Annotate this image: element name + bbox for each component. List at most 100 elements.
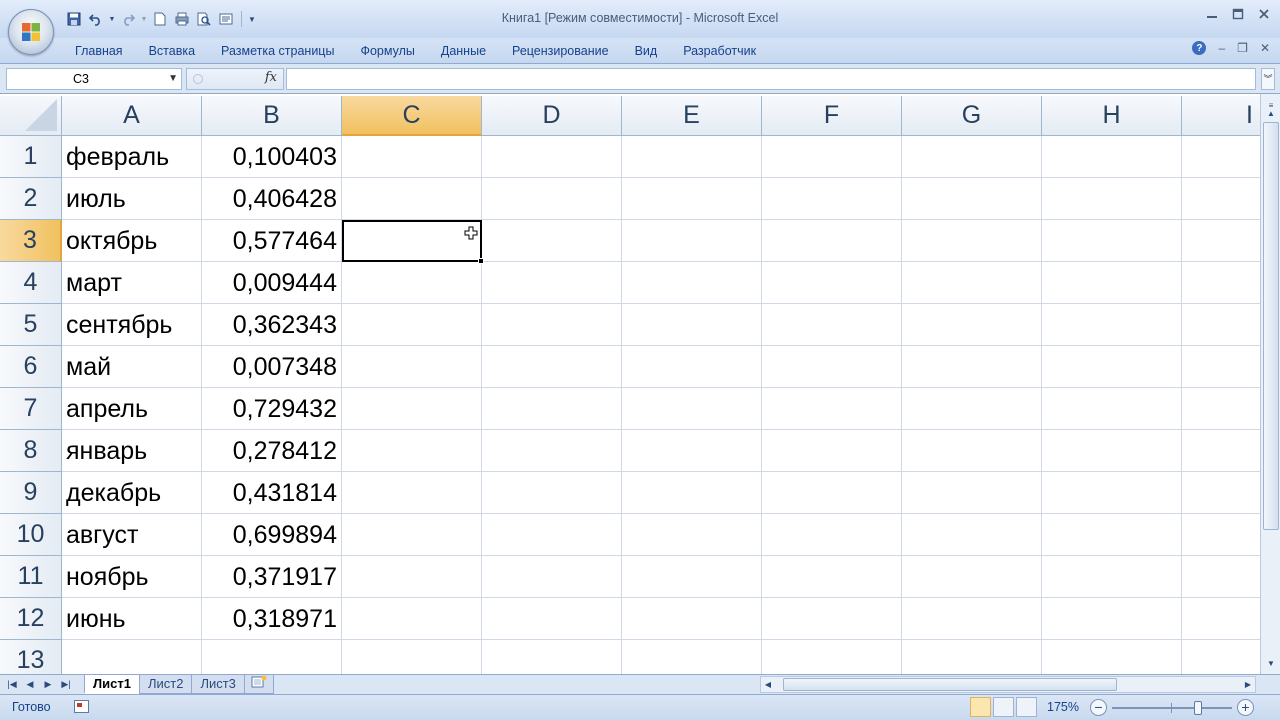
cell-h4[interactable]: [1042, 262, 1182, 304]
cell-b10[interactable]: 0,699894: [202, 514, 342, 556]
next-sheet-icon[interactable]: ▶: [40, 677, 56, 692]
row-header-4[interactable]: 4: [0, 262, 62, 304]
name-box[interactable]: C3 ▼: [6, 68, 182, 90]
zoom-out-icon[interactable]: −: [1090, 699, 1107, 716]
cell-c11[interactable]: [342, 556, 482, 598]
name-box-dropdown-icon[interactable]: ▼: [168, 69, 178, 89]
cell-a3[interactable]: октябрь: [62, 220, 202, 262]
horizontal-scroll-thumb[interactable]: [783, 678, 1117, 691]
cell-g1[interactable]: [902, 136, 1042, 178]
cell-e11[interactable]: [622, 556, 762, 598]
cell-i7[interactable]: [1182, 388, 1260, 430]
column-header-d[interactable]: D: [482, 96, 622, 136]
tab-formulas[interactable]: Формулы: [347, 42, 427, 62]
cell-e2[interactable]: [622, 178, 762, 220]
column-header-b[interactable]: B: [202, 96, 342, 136]
column-header-a[interactable]: A: [62, 96, 202, 136]
cell-d11[interactable]: [482, 556, 622, 598]
insert-function-button[interactable]: fx: [265, 70, 277, 85]
cell-i13[interactable]: [1182, 640, 1260, 674]
row-header-8[interactable]: 8: [0, 430, 62, 472]
cell-a11[interactable]: ноябрь: [62, 556, 202, 598]
tab-view[interactable]: Вид: [622, 42, 671, 62]
cell-i1[interactable]: [1182, 136, 1260, 178]
scroll-right-icon[interactable]: ▶: [1241, 677, 1255, 692]
cell-g12[interactable]: [902, 598, 1042, 640]
sheet-tab-2[interactable]: Лист2: [138, 675, 193, 694]
cell-d4[interactable]: [482, 262, 622, 304]
cell-i5[interactable]: [1182, 304, 1260, 346]
formula-input[interactable]: [286, 68, 1256, 90]
cell-d10[interactable]: [482, 514, 622, 556]
cell-b8[interactable]: 0,278412: [202, 430, 342, 472]
row-header-2[interactable]: 2: [0, 178, 62, 220]
cell-c10[interactable]: [342, 514, 482, 556]
column-header-g[interactable]: G: [902, 96, 1042, 136]
column-header-f[interactable]: F: [762, 96, 902, 136]
cell-g13[interactable]: [902, 640, 1042, 674]
first-sheet-icon[interactable]: |◀: [4, 677, 20, 692]
macro-record-icon[interactable]: [74, 700, 89, 713]
cell-f6[interactable]: [762, 346, 902, 388]
cell-c9[interactable]: [342, 472, 482, 514]
cell-i4[interactable]: [1182, 262, 1260, 304]
cell-d1[interactable]: [482, 136, 622, 178]
cell-f3[interactable]: [762, 220, 902, 262]
cell-h7[interactable]: [1042, 388, 1182, 430]
cell-f1[interactable]: [762, 136, 902, 178]
prev-sheet-icon[interactable]: ◀: [22, 677, 38, 692]
cell-d13[interactable]: [482, 640, 622, 674]
cell-a7[interactable]: апрель: [62, 388, 202, 430]
cell-e9[interactable]: [622, 472, 762, 514]
cell-b4[interactable]: 0,009444: [202, 262, 342, 304]
cell-e3[interactable]: [622, 220, 762, 262]
cell-c6[interactable]: [342, 346, 482, 388]
normal-view-icon[interactable]: [970, 697, 991, 717]
cell-i2[interactable]: [1182, 178, 1260, 220]
cell-e6[interactable]: [622, 346, 762, 388]
cell-e13[interactable]: [622, 640, 762, 674]
scroll-left-icon[interactable]: ◀: [761, 677, 775, 692]
cell-f4[interactable]: [762, 262, 902, 304]
doc-minimize-icon[interactable]: –: [1218, 41, 1225, 55]
cell-b3[interactable]: 0,577464: [202, 220, 342, 262]
cell-d6[interactable]: [482, 346, 622, 388]
column-header-c[interactable]: C: [342, 96, 482, 136]
cell-c13[interactable]: [342, 640, 482, 674]
cell-b1[interactable]: 0,100403: [202, 136, 342, 178]
cell-c4[interactable]: [342, 262, 482, 304]
cell-g8[interactable]: [902, 430, 1042, 472]
column-header-i[interactable]: I: [1182, 96, 1260, 136]
cell-f10[interactable]: [762, 514, 902, 556]
vertical-scrollbar[interactable]: ≡ ▲ ▼: [1260, 94, 1280, 674]
cell-c12[interactable]: [342, 598, 482, 640]
cell-h11[interactable]: [1042, 556, 1182, 598]
cell-e7[interactable]: [622, 388, 762, 430]
cell-h2[interactable]: [1042, 178, 1182, 220]
page-layout-view-icon[interactable]: [993, 697, 1014, 717]
cell-a9[interactable]: декабрь: [62, 472, 202, 514]
row-header-12[interactable]: 12: [0, 598, 62, 640]
page-break-view-icon[interactable]: [1016, 697, 1037, 717]
cell-i12[interactable]: [1182, 598, 1260, 640]
cell-g2[interactable]: [902, 178, 1042, 220]
expand-formula-bar-icon[interactable]: ︾: [1261, 68, 1275, 90]
cell-i11[interactable]: [1182, 556, 1260, 598]
cell-a8[interactable]: январь: [62, 430, 202, 472]
cell-d3[interactable]: [482, 220, 622, 262]
insert-sheet-icon[interactable]: [243, 675, 274, 694]
cell-a10[interactable]: август: [62, 514, 202, 556]
close-icon[interactable]: [1256, 6, 1272, 22]
office-button[interactable]: [8, 9, 54, 55]
cell-h3[interactable]: [1042, 220, 1182, 262]
zoom-slider-thumb[interactable]: [1194, 701, 1203, 715]
cell-c8[interactable]: [342, 430, 482, 472]
minimize-icon[interactable]: [1204, 6, 1220, 22]
tab-home[interactable]: Главная: [62, 42, 136, 62]
cell-b9[interactable]: 0,431814: [202, 472, 342, 514]
tab-review[interactable]: Рецензирование: [499, 42, 622, 62]
cell-h1[interactable]: [1042, 136, 1182, 178]
scroll-up-icon[interactable]: ▲: [1263, 106, 1279, 122]
cell-c3[interactable]: [342, 220, 484, 264]
cell-c2[interactable]: [342, 178, 482, 220]
